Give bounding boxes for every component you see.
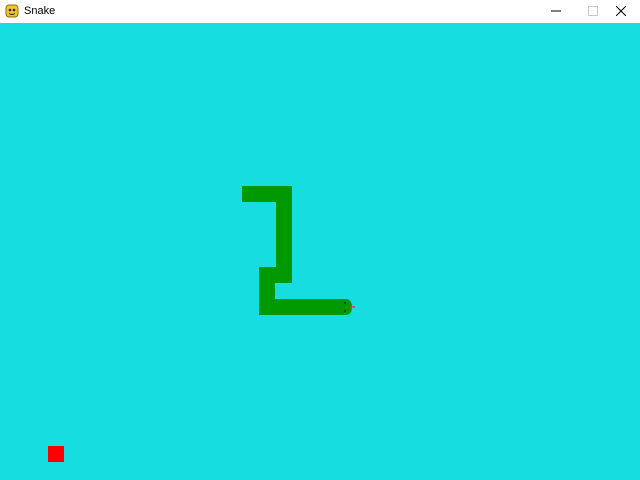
game-canvas[interactable]	[0, 23, 640, 480]
title-bar[interactable]: Snake	[0, 0, 640, 23]
snake	[242, 186, 352, 315]
window-title: Snake	[24, 5, 56, 17]
snake-layer	[242, 186, 355, 315]
snake-segment	[275, 299, 342, 315]
snake-segment	[242, 186, 292, 202]
food-apple	[48, 446, 64, 462]
snake-segment	[259, 283, 275, 315]
minimize-icon	[551, 3, 561, 21]
close-icon	[615, 3, 627, 21]
snake-eye	[343, 301, 347, 305]
pygame-snake-icon	[5, 4, 19, 18]
snake-eye	[343, 309, 347, 313]
snake-window: Snake	[0, 0, 640, 480]
minimize-button[interactable]	[537, 0, 575, 23]
maximize-icon	[588, 3, 598, 21]
snake-segment	[259, 267, 292, 283]
close-button[interactable]	[602, 0, 640, 23]
